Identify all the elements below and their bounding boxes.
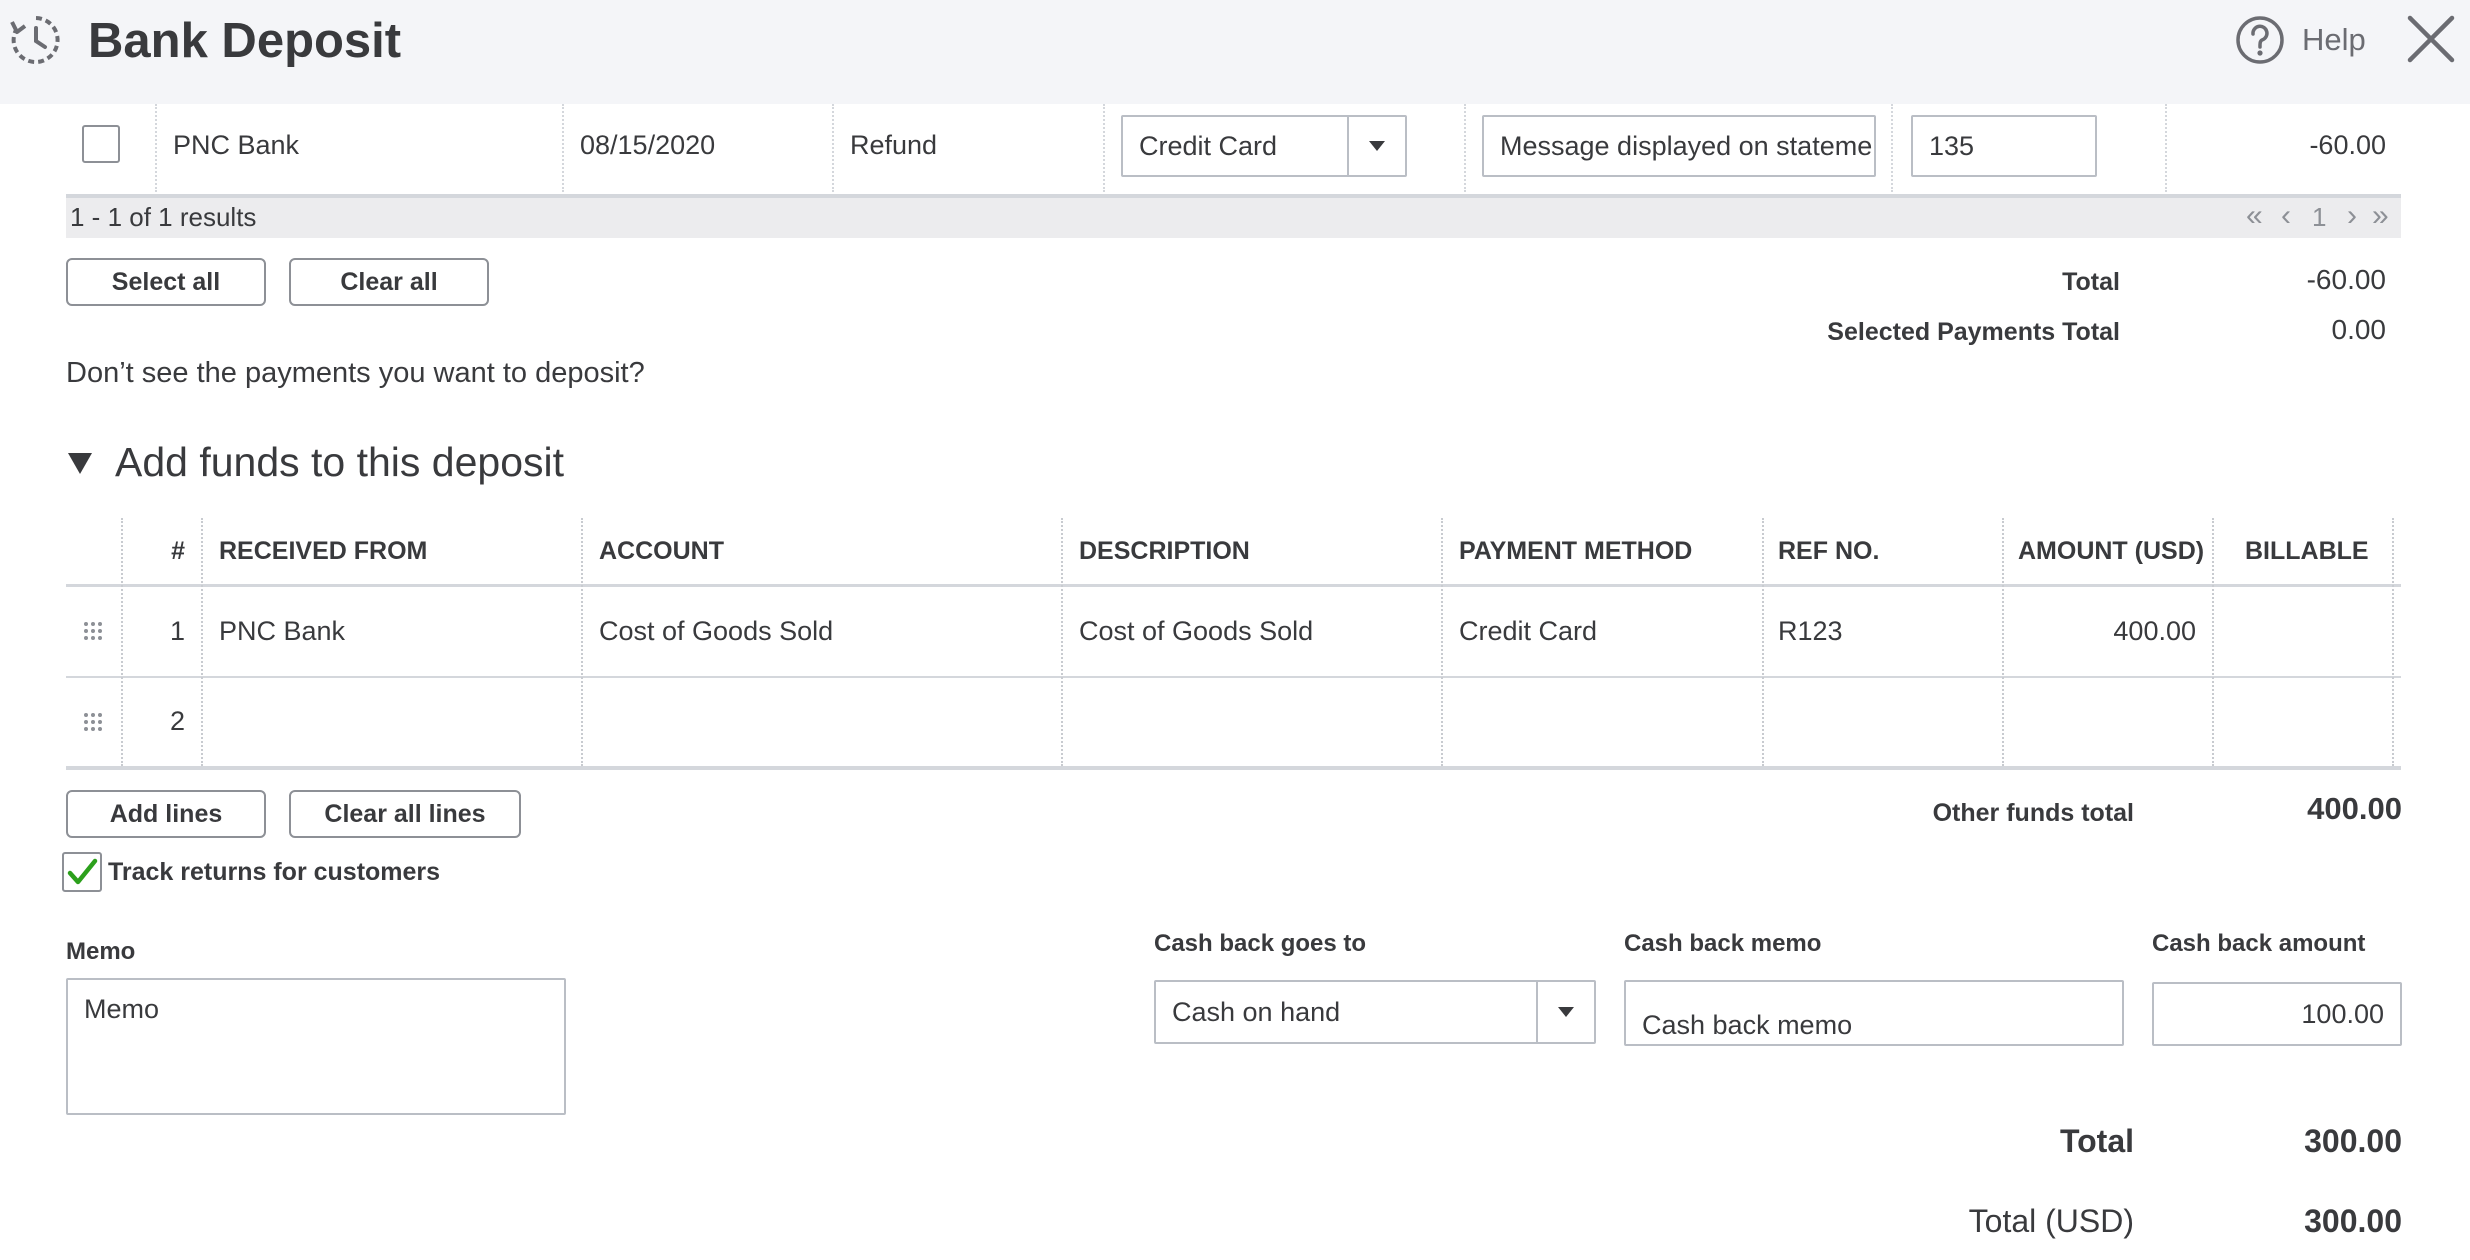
dialog-header: Bank Deposit Help xyxy=(0,0,2470,104)
cash-back-memo-label: Cash back memo xyxy=(1624,930,1822,957)
add-lines-button[interactable]: Add lines xyxy=(66,790,266,838)
page-title: Bank Deposit xyxy=(88,14,402,68)
column-divider xyxy=(1103,104,1105,192)
cash-back-amount-label: Cash back amount xyxy=(2152,930,2366,957)
column-divider xyxy=(1762,518,1764,766)
column-divider xyxy=(562,104,564,192)
cash-back-goes-to-label: Cash back goes to xyxy=(1154,930,1367,957)
drag-handle-icon[interactable] xyxy=(82,620,104,642)
payment-name-link[interactable]: PNC Bank xyxy=(173,128,299,162)
column-header-number: # xyxy=(171,537,185,565)
row-amount[interactable]: 400.00 xyxy=(2002,614,2196,648)
column-divider xyxy=(581,518,583,766)
column-divider xyxy=(1061,518,1063,766)
deposit-total-value: 300.00 xyxy=(2304,1123,2402,1159)
row-number: 2 xyxy=(169,706,185,736)
payment-method-select[interactable]: Credit Card xyxy=(1121,115,1407,177)
payments-total-label: Total xyxy=(2062,268,2120,296)
first-page-icon[interactable]: « xyxy=(2246,199,2263,233)
column-divider xyxy=(2392,518,2394,766)
column-header-description: DESCRIPTION xyxy=(1079,537,1250,565)
table-row-divider xyxy=(66,676,2401,678)
add-funds-section-title[interactable]: Add funds to this deposit xyxy=(115,436,564,488)
table-header-divider xyxy=(66,584,2401,587)
column-header-payment-method: PAYMENT METHOD xyxy=(1459,537,1693,565)
table-bottom-border xyxy=(66,766,2401,770)
other-funds-total-value: 400.00 xyxy=(2307,791,2402,826)
track-returns-checkbox[interactable] xyxy=(62,852,102,892)
payment-date: 08/15/2020 xyxy=(580,130,716,160)
prev-page-icon[interactable]: ‹ xyxy=(2281,199,2291,233)
last-page-icon[interactable]: » xyxy=(2372,199,2389,233)
column-divider xyxy=(832,104,834,192)
column-divider xyxy=(1891,104,1893,192)
selected-payments-total-value: 0.00 xyxy=(2331,314,2387,345)
other-funds-total-label: Other funds total xyxy=(1932,799,2134,827)
payment-memo-input[interactable]: Message displayed on statement xyxy=(1482,115,1876,177)
track-returns-label[interactable]: Track returns for customers xyxy=(108,855,440,889)
column-header-account: ACCOUNT xyxy=(599,537,724,565)
deposit-total-label: Total xyxy=(2059,1123,2134,1159)
column-divider xyxy=(201,518,203,766)
clear-all-button[interactable]: Clear all xyxy=(289,258,489,306)
row-ref-no[interactable]: R123 xyxy=(1778,614,1843,648)
row-payment-method[interactable]: Credit Card xyxy=(1459,614,1597,648)
pagination-bar: 1 - 1 of 1 results « ‹ 1 › » xyxy=(66,194,2401,238)
column-header-ref-no: REF NO. xyxy=(1778,537,1880,565)
row-received-from[interactable]: PNC Bank xyxy=(219,614,345,648)
memo-label: Memo xyxy=(66,938,136,965)
column-divider xyxy=(1464,104,1466,192)
cash-back-amount-input[interactable]: 100.00 xyxy=(2152,982,2402,1046)
missing-payments-link[interactable]: Don’t see the payments you want to depos… xyxy=(66,356,645,390)
chevron-down-icon[interactable] xyxy=(1536,982,1594,1042)
payment-method-value: Credit Card xyxy=(1139,131,1278,161)
cash-back-goes-to-value: Cash on hand xyxy=(1172,997,1341,1027)
payment-type: Refund xyxy=(850,130,938,160)
payment-amount: -60.00 xyxy=(2309,130,2386,160)
next-page-icon[interactable]: › xyxy=(2347,199,2357,233)
deposit-total-usd-label: Total (USD) xyxy=(1968,1203,2134,1239)
row-description[interactable]: Cost of Goods Sold xyxy=(1079,614,1313,648)
results-count: 1 - 1 of 1 results xyxy=(70,202,257,232)
payments-total-value: -60.00 xyxy=(2306,264,2386,295)
select-all-button[interactable]: Select all xyxy=(66,258,266,306)
column-divider xyxy=(155,104,157,192)
help-button[interactable]: Help xyxy=(2302,20,2366,60)
cash-back-goes-to-select[interactable]: Cash on hand xyxy=(1154,980,1596,1044)
deposit-total-usd-value: 300.00 xyxy=(2304,1203,2402,1239)
clear-all-lines-button[interactable]: Clear all lines xyxy=(289,790,521,838)
column-divider xyxy=(1441,518,1443,766)
column-divider xyxy=(2212,518,2214,766)
column-header-received-from: RECEIVED FROM xyxy=(219,537,428,565)
collapse-triangle-icon[interactable] xyxy=(66,450,94,476)
chevron-down-icon[interactable] xyxy=(1347,117,1405,175)
column-header-amount: AMOUNT (USD) xyxy=(2018,537,2205,565)
payment-ref-input[interactable]: 135 xyxy=(1911,115,2097,177)
selected-payments-total-label: Selected Payments Total xyxy=(1827,318,2120,346)
memo-textarea[interactable]: Memo xyxy=(66,978,566,1115)
column-header-billable: BILLABLE xyxy=(2245,537,2369,565)
row-number: 1 xyxy=(169,616,185,646)
current-page: 1 xyxy=(2312,202,2327,232)
row-account[interactable]: Cost of Goods Sold xyxy=(599,614,833,648)
help-icon[interactable] xyxy=(2235,15,2285,65)
checkmark-icon xyxy=(67,858,98,885)
cash-back-memo-input[interactable]: Cash back memo xyxy=(1624,980,2124,1046)
recent-history-icon[interactable] xyxy=(10,14,62,66)
payment-select-checkbox[interactable] xyxy=(82,125,120,163)
close-icon[interactable] xyxy=(2404,12,2458,66)
column-divider xyxy=(2165,104,2167,192)
drag-handle-icon[interactable] xyxy=(82,711,104,733)
